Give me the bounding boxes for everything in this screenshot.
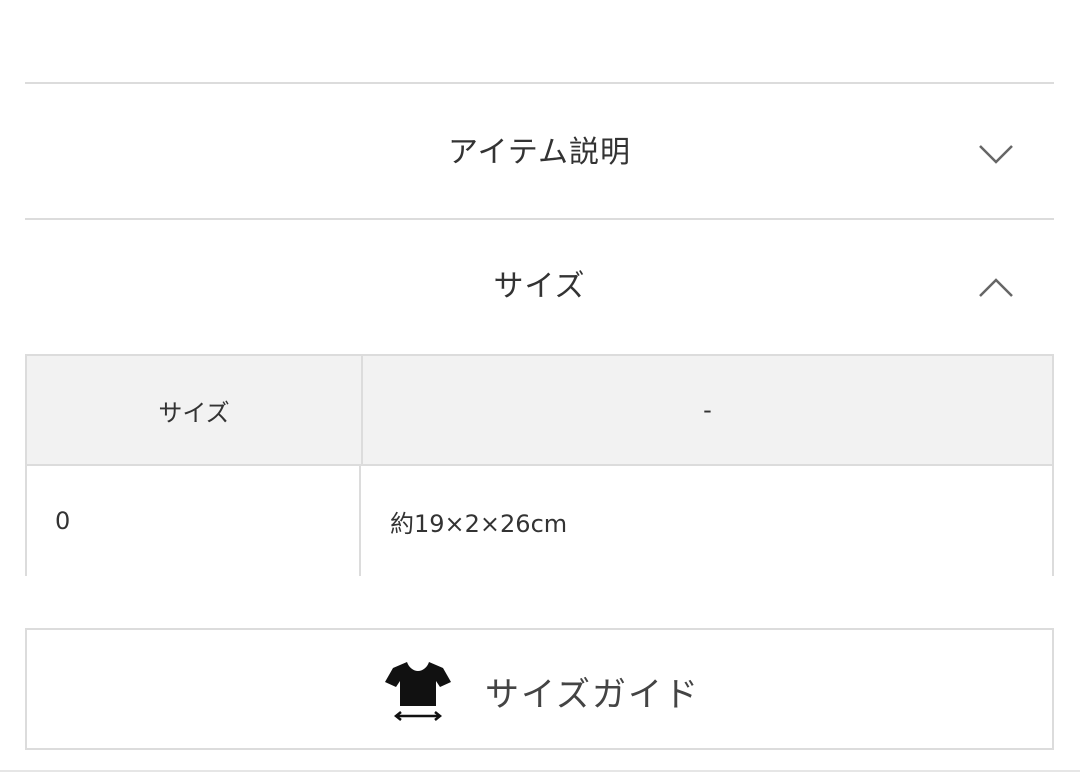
chevron-up-icon (979, 278, 1013, 297)
table-header-measurement: - (703, 396, 712, 424)
table-cell-size: 0 (27, 466, 361, 576)
accordion-title-size: サイズ (493, 269, 586, 304)
table-cell-dimensions: 約19×2×26cm (390, 509, 568, 538)
tshirt-measure-icon (385, 662, 451, 721)
accordion-title-item-description: アイテム説明 (448, 135, 631, 170)
size-guide-content: サイズガイド (385, 660, 700, 722)
size-table: サイズ - 0 約19×2×26cm (25, 354, 1054, 576)
chevron-down-icon (979, 145, 1013, 164)
table-header-row: サイズ - (27, 356, 1052, 466)
table-row: 0 約19×2×26cm (27, 466, 1052, 576)
divider-top (25, 82, 1054, 84)
accordion-item-description[interactable]: アイテム説明 (25, 86, 1054, 220)
size-guide-button[interactable]: サイズガイド (25, 628, 1054, 750)
accordion-size[interactable]: サイズ (25, 220, 1054, 354)
size-guide-label: サイズガイド (485, 674, 700, 715)
table-header-size: サイズ (27, 356, 363, 464)
